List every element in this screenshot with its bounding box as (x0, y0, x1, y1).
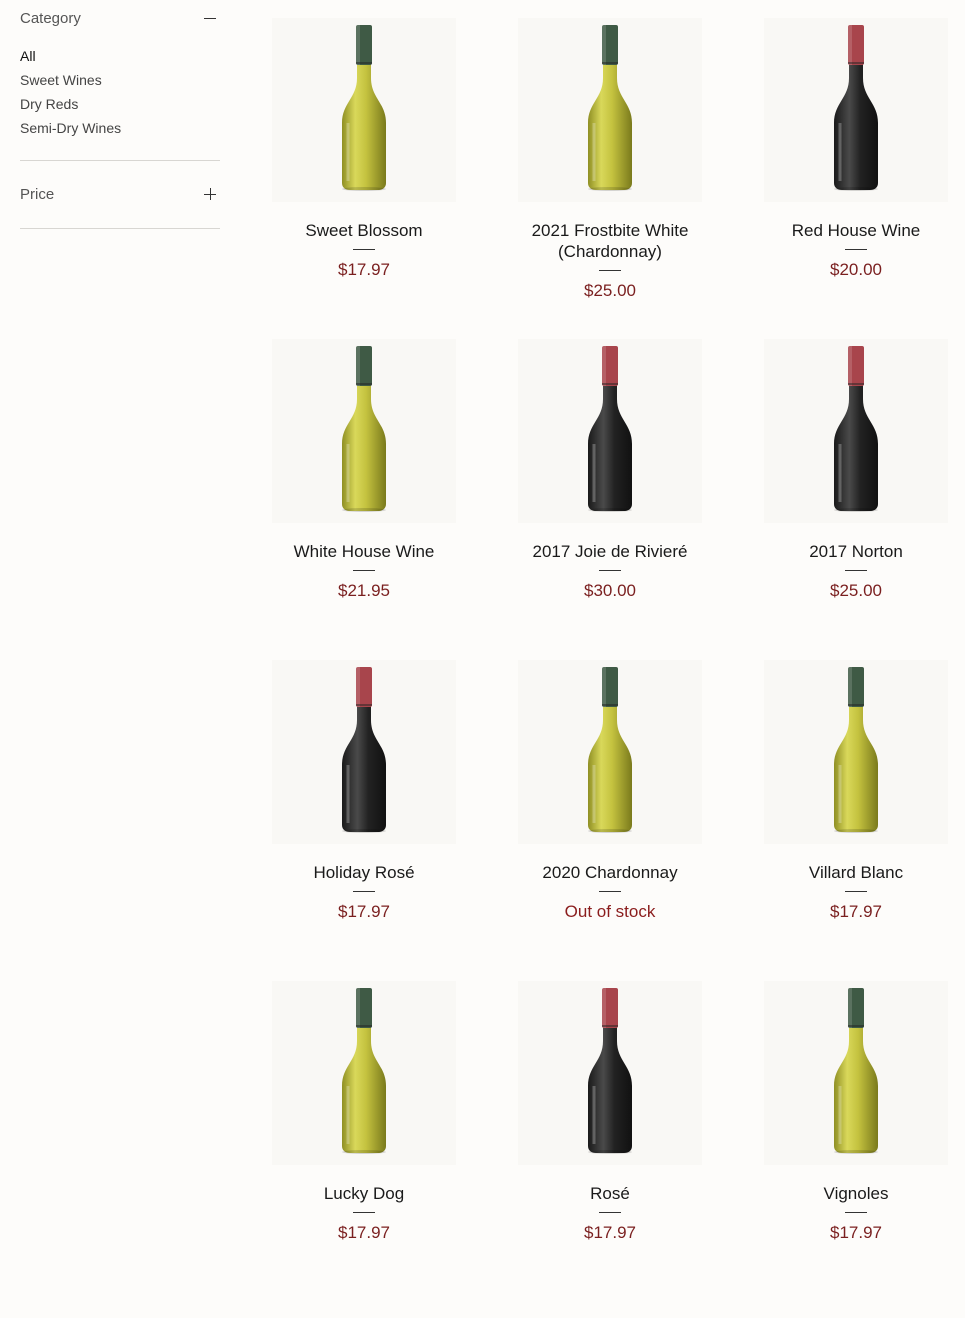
divider (353, 891, 375, 892)
product-price: $25.00 (830, 581, 882, 600)
product-image[interactable] (272, 981, 456, 1165)
product-name[interactable]: 2021 Frostbite White (Chardonnay) (518, 220, 702, 262)
category-filter-title: Category (20, 9, 81, 27)
red-wine-bottle-icon (826, 23, 886, 198)
white-wine-bottle-icon (580, 23, 640, 198)
divider (599, 891, 621, 892)
product-price: $17.97 (830, 902, 882, 921)
category-item-sweet-wines[interactable]: Sweet Wines (20, 68, 220, 92)
product-image[interactable] (272, 18, 456, 202)
product-card-lucky-dog[interactable]: Lucky Dog $17.97 (272, 981, 456, 1302)
white-wine-bottle-icon (826, 986, 886, 1161)
product-image[interactable] (764, 660, 948, 844)
product-price: $17.97 (338, 902, 390, 921)
product-image[interactable] (272, 660, 456, 844)
product-price: $17.97 (338, 260, 390, 279)
price-filter-header[interactable]: Price (20, 176, 220, 212)
product-name[interactable]: 2017 Joie de Rivieré (518, 541, 702, 562)
product-price: $21.95 (338, 581, 390, 600)
red-wine-bottle-icon (334, 665, 394, 840)
product-name[interactable]: 2020 Chardonnay (518, 862, 702, 883)
product-image[interactable] (518, 660, 702, 844)
divider (845, 1212, 867, 1213)
product-card-holiday-rose[interactable]: Holiday Rosé $17.97 (272, 660, 456, 981)
product-name[interactable]: Red House Wine (764, 220, 948, 241)
product-price: $17.97 (830, 1223, 882, 1242)
red-wine-bottle-icon (826, 344, 886, 519)
product-image[interactable] (764, 18, 948, 202)
product-card-2021-frostbite-white-chardonnay[interactable]: 2021 Frostbite White (Chardonnay) $25.00 (518, 18, 702, 339)
product-card-2017-norton[interactable]: 2017 Norton $25.00 (764, 339, 948, 660)
red-wine-bottle-icon (580, 344, 640, 519)
product-price: $17.97 (584, 1223, 636, 1242)
product-card-red-house-wine[interactable]: Red House Wine $20.00 (764, 18, 948, 339)
expand-plus-icon[interactable] (204, 188, 216, 200)
category-filter-header[interactable]: Category (20, 0, 220, 36)
product-card-villard-blanc[interactable]: Villard Blanc $17.97 (764, 660, 948, 981)
price-filter-title: Price (20, 185, 55, 203)
white-wine-bottle-icon (334, 986, 394, 1161)
product-image[interactable] (518, 18, 702, 202)
white-wine-bottle-icon (580, 665, 640, 840)
product-grid: Sweet Blossom $17.97 2021 Frostbite Whit… (272, 18, 948, 1302)
product-name[interactable]: Sweet Blossom (272, 220, 456, 241)
product-price: $30.00 (584, 581, 636, 600)
divider (599, 570, 621, 571)
product-name[interactable]: Lucky Dog (272, 1183, 456, 1204)
product-image[interactable] (764, 981, 948, 1165)
collapse-minus-icon[interactable] (204, 12, 216, 24)
category-item-semi-dry-wines[interactable]: Semi-Dry Wines (20, 116, 220, 140)
stock-status: Out of stock (564, 902, 656, 921)
white-wine-bottle-icon (334, 23, 394, 198)
divider (599, 1212, 621, 1213)
white-wine-bottle-icon (826, 665, 886, 840)
product-card-sweet-blossom[interactable]: Sweet Blossom $17.97 (272, 18, 456, 339)
red-wine-bottle-icon (580, 986, 640, 1161)
divider (599, 270, 621, 271)
product-name[interactable]: Villard Blanc (764, 862, 948, 883)
product-image[interactable] (764, 339, 948, 523)
product-card-vignoles[interactable]: Vignoles $17.97 (764, 981, 948, 1302)
divider (845, 249, 867, 250)
divider (353, 1212, 375, 1213)
product-image[interactable] (518, 339, 702, 523)
white-wine-bottle-icon (334, 344, 394, 519)
divider (845, 891, 867, 892)
product-name[interactable]: Vignoles (764, 1183, 948, 1204)
product-price: $20.00 (830, 260, 882, 279)
product-image[interactable] (272, 339, 456, 523)
category-item-dry-reds[interactable]: Dry Reds (20, 92, 220, 116)
filter-sidebar: Category All Sweet Wines Dry Reds Semi-D… (20, 0, 220, 229)
product-price: $25.00 (584, 281, 636, 300)
divider (353, 249, 375, 250)
product-card-rose[interactable]: Rosé $17.97 (518, 981, 702, 1302)
product-name[interactable]: Rosé (518, 1183, 702, 1204)
product-name[interactable]: Holiday Rosé (272, 862, 456, 883)
divider (845, 570, 867, 571)
product-card-2017-joie-de-riviere[interactable]: 2017 Joie de Rivieré $30.00 (518, 339, 702, 660)
product-price: $17.97 (338, 1223, 390, 1242)
price-filter: Price (20, 176, 220, 229)
product-image[interactable] (518, 981, 702, 1165)
divider (353, 570, 375, 571)
product-card-2020-chardonnay[interactable]: 2020 Chardonnay Out of stock (518, 660, 702, 981)
product-name[interactable]: White House Wine (272, 541, 456, 562)
category-list: All Sweet Wines Dry Reds Semi-Dry Wines (20, 36, 220, 161)
product-card-white-house-wine[interactable]: White House Wine $21.95 (272, 339, 456, 660)
category-item-all[interactable]: All (20, 44, 220, 68)
product-name[interactable]: 2017 Norton (764, 541, 948, 562)
